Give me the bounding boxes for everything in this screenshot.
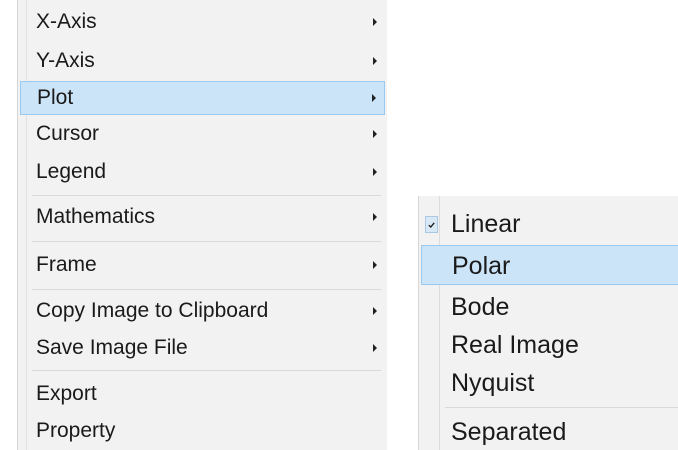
- submenu-arrow-icon: [373, 261, 377, 269]
- submenu-arrow-icon: [373, 344, 377, 352]
- submenu-arrow-icon: [372, 94, 376, 102]
- menu-item-copy-image[interactable]: Copy Image to Clipboard: [20, 294, 385, 328]
- submenu-item-nyquist[interactable]: Nyquist: [421, 363, 678, 403]
- menu-separator: [32, 195, 381, 196]
- menu-item-save-image[interactable]: Save Image File: [20, 331, 385, 365]
- plot-submenu: Linear Polar Bode Real Image Nyquist Sep…: [418, 196, 678, 450]
- menu-separator: [32, 370, 381, 371]
- menu-item-label: Y-Axis: [36, 49, 95, 72]
- menu-item-property[interactable]: Property: [20, 414, 385, 448]
- submenu-item-label: Bode: [451, 293, 510, 321]
- submenu-item-bode[interactable]: Bode: [421, 287, 678, 327]
- menu-item-export[interactable]: Export: [20, 377, 385, 411]
- submenu-item-polar[interactable]: Polar: [421, 245, 678, 285]
- menu-item-plot[interactable]: Plot: [20, 81, 385, 115]
- submenu-item-label: Polar: [452, 252, 511, 280]
- menu-item-x-axis[interactable]: X-Axis: [20, 5, 385, 39]
- submenu-separator: [445, 407, 678, 408]
- menu-item-label: Mathematics: [36, 205, 156, 228]
- submenu-item-separated[interactable]: Separated: [421, 412, 678, 450]
- submenu-item-label: Real Image: [451, 331, 579, 359]
- menu-item-cursor[interactable]: Cursor: [20, 117, 385, 151]
- submenu-item-label: Nyquist: [451, 369, 535, 397]
- menu-item-label: X-Axis: [36, 10, 97, 33]
- menu-item-label: Cursor: [36, 122, 100, 145]
- checkmark-icon: [425, 216, 438, 233]
- submenu-item-label: Linear: [451, 210, 521, 238]
- submenu-arrow-icon: [373, 213, 377, 221]
- submenu-item-linear[interactable]: Linear: [421, 204, 678, 244]
- menu-item-legend[interactable]: Legend: [20, 155, 385, 189]
- menu-separator: [32, 241, 381, 242]
- submenu-arrow-icon: [373, 57, 377, 65]
- menu-item-label: Plot: [37, 86, 74, 109]
- menu-item-label: Save Image File: [36, 336, 188, 359]
- menu-item-label: Export: [36, 382, 97, 405]
- context-menu: X-Axis Y-Axis Plot Cursor Legend Mathema…: [17, 0, 387, 450]
- menu-separator: [32, 289, 381, 290]
- menu-item-y-axis[interactable]: Y-Axis: [20, 44, 385, 78]
- menu-item-mathematics[interactable]: Mathematics: [20, 200, 385, 234]
- menu-item-label: Copy Image to Clipboard: [36, 299, 269, 322]
- menu-item-label: Property: [36, 419, 116, 442]
- submenu-arrow-icon: [373, 168, 377, 176]
- submenu-item-label: Separated: [451, 418, 567, 446]
- menu-item-label: Frame: [36, 253, 97, 276]
- menu-item-frame[interactable]: Frame: [20, 248, 385, 282]
- submenu-arrow-icon: [373, 18, 377, 26]
- submenu-arrow-icon: [373, 307, 377, 315]
- submenu-item-real-image[interactable]: Real Image: [421, 325, 678, 365]
- menu-item-label: Legend: [36, 160, 107, 183]
- submenu-arrow-icon: [373, 130, 377, 138]
